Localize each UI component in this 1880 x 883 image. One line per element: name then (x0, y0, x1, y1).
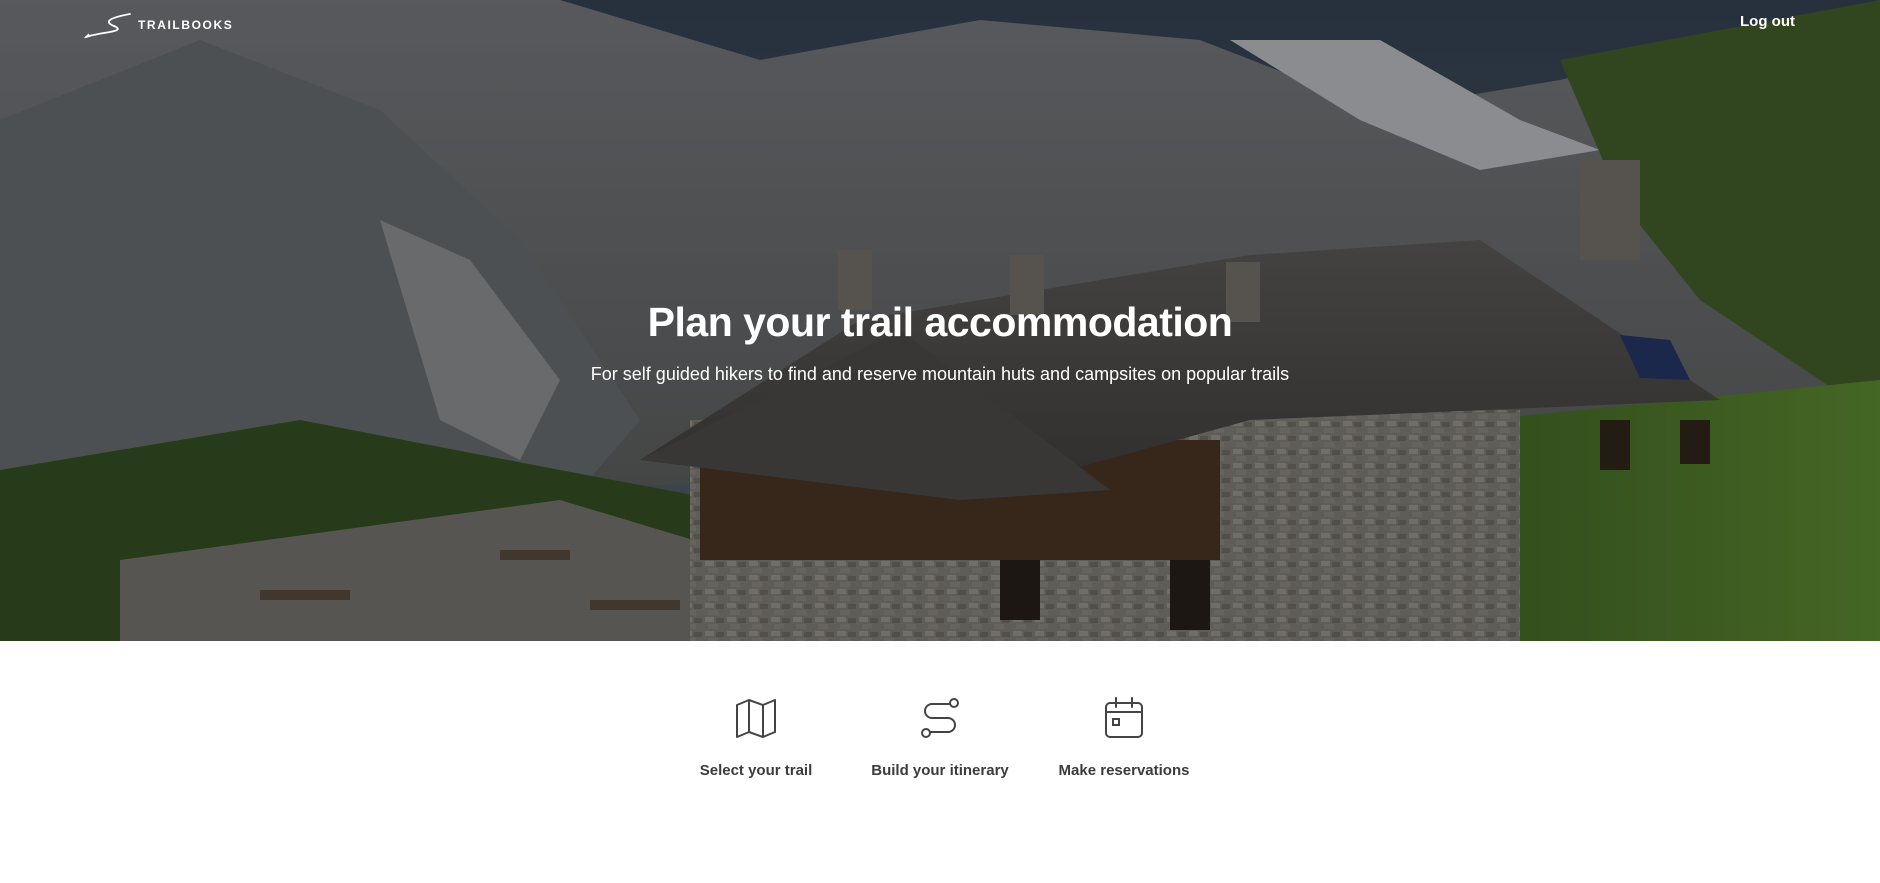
steps-section: Select your trail Build your itinerary M… (0, 696, 1880, 779)
hero-section: TRAILBOOKS Log out Plan your trail accom… (0, 0, 1880, 641)
trailbooks-logo[interactable]: TRAILBOOKS (84, 10, 233, 40)
hero-content: Plan your trail accommodation For self g… (0, 296, 1880, 386)
step-select-trail: Select your trail (692, 696, 820, 779)
trail-logo-icon (84, 13, 131, 39)
step-label: Select your trail (699, 762, 813, 779)
step-label: Make reservations (1058, 762, 1190, 779)
hero-subtitle: For self guided hikers to find and reser… (590, 364, 1290, 384)
top-navbar: TRAILBOOKS Log out (0, 0, 1880, 50)
step-build-itinerary: Build your itinerary (871, 696, 1009, 779)
map-icon (736, 699, 776, 738)
brand-name: TRAILBOOKS (138, 18, 234, 32)
hero-title: Plan your trail accommodation (647, 299, 1233, 345)
step-make-reservations: Make reservations (1058, 696, 1190, 779)
step-label: Build your itinerary (871, 762, 1009, 779)
route-icon (921, 698, 959, 738)
calendar-icon (1105, 697, 1143, 738)
logout-link[interactable]: Log out (1740, 13, 1795, 30)
